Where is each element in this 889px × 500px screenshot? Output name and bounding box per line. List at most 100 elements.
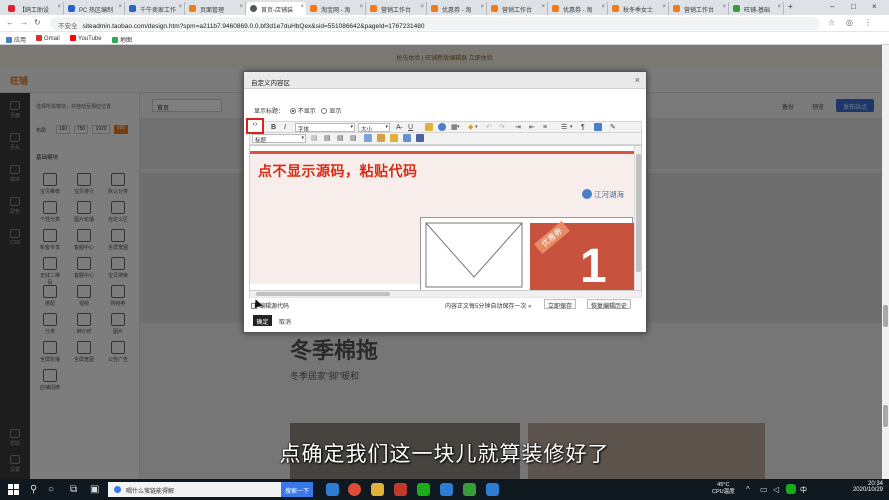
image-icon[interactable] — [425, 123, 433, 131]
close-tab-icon[interactable]: × — [300, 4, 304, 10]
close-icon[interactable]: × — [635, 75, 640, 85]
browser-tab[interactable]: 秋冬季女士 × — [608, 2, 669, 15]
app-red-icon[interactable] — [394, 483, 407, 496]
folder-icon[interactable] — [371, 483, 384, 496]
windows-start-icon[interactable] — [8, 484, 19, 495]
taskbar-search-button[interactable]: 搜索一下 — [281, 482, 313, 497]
undo-icon[interactable]: ↶ — [486, 123, 492, 132]
browser-icon[interactable] — [440, 483, 453, 496]
insecure-indicator[interactable]: 不安全 — [58, 23, 78, 30]
browser-tab[interactable]: 页面管理 × — [185, 2, 246, 15]
bold-icon[interactable]: B — [271, 123, 276, 132]
list-dropdown-icon[interactable]: ▾ — [570, 123, 573, 132]
taskbar-search-box[interactable]: 喝什么萤链能得解 搜索一下 — [108, 482, 313, 497]
wechat-tray-icon[interactable] — [786, 484, 796, 494]
fill-color-icon[interactable]: ◆ — [468, 123, 473, 132]
browser-tab[interactable]: 营销工作台 × — [669, 2, 729, 15]
align-right-icon[interactable]: ▤ — [337, 134, 344, 143]
close-window-icon[interactable]: × — [872, 2, 877, 11]
indent-icon[interactable]: ⇥ — [515, 123, 521, 132]
forward-icon[interactable]: → — [20, 18, 28, 27]
browser-tab[interactable]: PC 热区编制 × — [64, 2, 125, 15]
insert-media-icon[interactable] — [594, 123, 602, 131]
minimize-icon[interactable]: – — [830, 2, 834, 11]
close-tab-icon[interactable]: × — [480, 4, 484, 10]
insert-image-icon[interactable] — [364, 134, 372, 142]
back-icon[interactable]: ← — [6, 18, 14, 27]
cortana-icon[interactable]: ○ — [48, 484, 54, 495]
close-tab-icon[interactable]: × — [57, 4, 61, 10]
font-size-select[interactable]: 大小 — [358, 123, 390, 133]
align-left-icon[interactable]: ▤ — [311, 134, 318, 143]
volume-icon[interactable]: ◁ — [773, 485, 779, 494]
cancel-button[interactable]: 取消 — [279, 317, 291, 326]
table-dropdown-icon[interactable]: ▾ — [457, 123, 460, 132]
outdent-icon[interactable]: ⇤ — [529, 123, 535, 132]
app-blue-icon[interactable] — [486, 483, 499, 496]
ime-indicator[interactable]: 中 — [800, 485, 807, 495]
maximize-icon[interactable]: □ — [851, 2, 856, 11]
confirm-button[interactable]: 确定 — [253, 315, 272, 326]
insert-emoji-icon[interactable] — [377, 134, 385, 142]
network-icon[interactable]: ▭ — [760, 485, 768, 494]
wechat-icon[interactable] — [417, 483, 430, 496]
insert-picture-icon[interactable] — [390, 134, 398, 142]
page-scrollbar[interactable] — [882, 45, 889, 479]
browser-tab[interactable]: 【鸥工助设 × — [4, 2, 64, 15]
close-tab-icon[interactable]: × — [777, 4, 781, 10]
bookmark-youtube[interactable]: YouTube — [70, 35, 102, 42]
new-tab-button[interactable]: + — [788, 2, 793, 11]
align-center-icon[interactable]: ▤ — [324, 134, 331, 143]
heading-select[interactable]: 标题 — [252, 134, 306, 144]
link-icon[interactable] — [438, 123, 446, 131]
browser-tab[interactable]: 营销工作台 × — [366, 2, 427, 15]
browser-tab-active[interactable]: 首页-店铺装 × — [246, 2, 306, 15]
close-tab-icon[interactable]: × — [239, 4, 243, 10]
bullet-list-icon[interactable]: ☰ — [561, 123, 567, 132]
bookmark-gmail[interactable]: Gmail — [36, 35, 60, 42]
extension-icon[interactable]: ◎ — [846, 18, 853, 27]
scroll-thumb[interactable] — [883, 305, 888, 327]
radio-hide-title[interactable] — [289, 108, 296, 114]
brush-icon[interactable]: ✎ — [610, 123, 616, 132]
insert-video-icon[interactable] — [403, 134, 411, 142]
close-tab-icon[interactable]: × — [359, 4, 363, 10]
underline-icon[interactable]: U — [408, 123, 413, 132]
redo-icon[interactable]: ↷ — [499, 123, 505, 132]
close-tab-icon[interactable]: × — [662, 4, 666, 10]
source-code-button[interactable]: ‹› — [246, 118, 264, 134]
close-tab-icon[interactable]: × — [601, 4, 605, 10]
radio-show-title[interactable] — [321, 108, 328, 114]
align-justify-icon[interactable]: ▤ — [350, 134, 357, 143]
menu-dots-icon[interactable]: ⋮ — [864, 18, 872, 27]
insert-module-icon[interactable] — [416, 134, 424, 142]
chrome-icon[interactable] — [348, 483, 361, 496]
ordered-list-icon[interactable]: ≡ — [543, 123, 547, 132]
browser-tab[interactable]: 千牛卖家工作 × — [125, 2, 185, 15]
paragraph-icon[interactable]: ¶ — [581, 123, 585, 132]
explorer-icon[interactable] — [326, 483, 339, 496]
rich-text-editor[interactable]: 点不显示源码，粘贴代码 江河湖海 优惠券 1 — [249, 145, 642, 291]
search-icon[interactable]: ⚲ — [30, 484, 37, 495]
italic-icon[interactable]: I — [284, 123, 286, 132]
bookmark-apps[interactable]: 应用 — [6, 35, 26, 44]
scroll-thumb[interactable] — [636, 154, 641, 272]
clear-format-icon[interactable]: A̶ — [396, 123, 401, 132]
browser-tab[interactable]: 淘宝网 - 淘 × — [306, 2, 366, 15]
fill-dropdown-icon[interactable]: ▾ — [475, 123, 478, 132]
browser-tab[interactable]: 优惠券 - 淘 × — [427, 2, 487, 15]
browser-tab[interactable]: 营销工作台 × — [487, 2, 548, 15]
bookmark-star-icon[interactable]: ☆ — [828, 18, 835, 27]
close-tab-icon[interactable]: × — [118, 4, 122, 10]
restore-history-button[interactable]: 恢复编辑历史 — [587, 299, 632, 310]
browser-tab[interactable]: 优惠券 - 淘 × — [548, 2, 608, 15]
app-icon[interactable]: ▣ — [90, 484, 99, 495]
scroll-thumb[interactable] — [256, 292, 390, 296]
close-tab-icon[interactable]: × — [420, 4, 424, 10]
close-tab-icon[interactable]: × — [722, 4, 726, 10]
reload-icon[interactable]: ↻ — [34, 18, 41, 27]
bookmark-maps[interactable]: 地图 — [112, 35, 132, 44]
url-input[interactable]: 不安全 siteadmin.taobao.com/design.htm?spm=a… — [50, 17, 820, 30]
font-family-select[interactable]: 字体 — [295, 123, 355, 133]
save-now-button[interactable]: 立即保存 — [544, 299, 577, 310]
